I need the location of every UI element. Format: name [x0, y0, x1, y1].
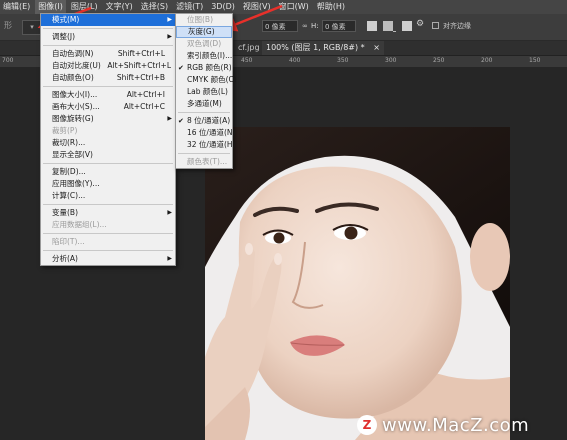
- menu-separator: [178, 153, 230, 154]
- menu-separator: [43, 86, 173, 87]
- shortcut-label: Shift+Ctrl+L: [117, 49, 165, 58]
- shortcut-label: Alt+Shift+Ctrl+L: [107, 61, 171, 70]
- checkmark-icon: ✔: [178, 117, 184, 125]
- menu-item-label: CMYK 颜色(C): [187, 75, 237, 84]
- image-menu: 模式(M) ▶ 调整(J) ▶ 自动色调(N) Shift+Ctrl+L 自动对比度(…: [40, 13, 176, 266]
- menu-item-label: Lab 颜色(L): [187, 87, 228, 96]
- submenu-arrow-icon: ▶: [167, 115, 172, 122]
- menu-item-label: 应用图像(Y)...: [52, 179, 100, 188]
- menu-item-label: 显示全部(V): [52, 150, 93, 159]
- submenu-item-8-bit[interactable]: ✔ 8 位/通道(A): [176, 115, 232, 127]
- submenu-item-bitmap: 位图(B): [176, 14, 232, 26]
- menu-separator: [43, 204, 173, 205]
- menu-item-image-size[interactable]: 图像大小(I)... Alt+Ctrl+I: [41, 89, 175, 101]
- submenu-item-rgb-color[interactable]: ✔ RGB 颜色(R): [176, 62, 232, 74]
- submenu-item-16-bit[interactable]: 16 位/通道(N): [176, 127, 236, 139]
- menu-separator: [178, 112, 230, 113]
- menu-separator: [43, 250, 173, 251]
- menu-item-label: 32 位/通道(H): [187, 140, 236, 149]
- menu-item-canvas-size[interactable]: 画布大小(S)... Alt+Ctrl+C: [41, 101, 175, 113]
- menu-separator: [43, 163, 173, 164]
- menu-item-label: 变量(B): [52, 208, 78, 217]
- menu-item-label: 分析(A): [52, 254, 78, 263]
- menu-item-analysis[interactable]: 分析(A) ▶: [41, 253, 175, 265]
- menu-separator: [43, 45, 173, 46]
- submenu-arrow-icon: ▶: [167, 255, 172, 262]
- macz-logo-icon: Z: [357, 415, 377, 435]
- menu-item-label: 调整(J): [52, 32, 76, 41]
- menu-item-label: 裁剪(P): [52, 126, 78, 135]
- menu-item-auto-color[interactable]: 自动颜色(O) Shift+Ctrl+B: [41, 72, 175, 84]
- menu-item-label: 自动色调(N): [52, 49, 94, 58]
- menu-item-label: 16 位/通道(N): [187, 128, 236, 137]
- submenu-item-multichannel[interactable]: 多通道(M): [176, 98, 232, 110]
- menu-item-label: 图像旋转(G): [52, 114, 94, 123]
- menu-separator: [43, 28, 173, 29]
- menu-item-auto-contrast[interactable]: 自动对比度(U) Alt+Shift+Ctrl+L: [41, 60, 175, 72]
- menu-item-trap: 陷印(T)...: [41, 236, 175, 248]
- menu-separator: [43, 233, 173, 234]
- watermark: Z www.MacZ.com: [357, 412, 567, 438]
- submenu-arrow-icon: ▶: [167, 33, 172, 40]
- menu-item-trim[interactable]: 裁切(R)...: [41, 137, 175, 149]
- submenu-item-grayscale[interactable]: 灰度(G): [176, 26, 232, 38]
- submenu-item-32-bit[interactable]: 32 位/通道(H): [176, 139, 236, 151]
- submenu-item-color-table: 颜色表(T)...: [176, 156, 232, 168]
- menu-item-auto-tone[interactable]: 自动色调(N) Shift+Ctrl+L: [41, 48, 175, 60]
- menu-item-variables[interactable]: 变量(B) ▶: [41, 207, 175, 219]
- menu-item-label: 陷印(T)...: [52, 237, 85, 246]
- submenu-arrow-icon: ▶: [167, 16, 172, 23]
- menu-item-label: 8 位/通道(A): [187, 116, 231, 125]
- menu-item-apply-data-set: 应用数据组(L)...: [41, 219, 175, 231]
- menu-item-crop: 裁剪(P): [41, 125, 175, 137]
- menu-item-label: 灰度(G): [188, 27, 215, 36]
- submenu-arrow-icon: ▶: [167, 209, 172, 216]
- menu-item-label: 复制(D)...: [52, 167, 86, 176]
- menu-item-apply-image[interactable]: 应用图像(Y)...: [41, 178, 175, 190]
- menu-item-calculations[interactable]: 计算(C)...: [41, 190, 175, 202]
- menu-item-mode[interactable]: 模式(M) ▶: [41, 14, 175, 26]
- menu-item-label: 位图(B): [187, 15, 213, 24]
- submenu-item-duotone: 双色调(D): [176, 38, 232, 50]
- menu-item-label: RGB 颜色(R): [187, 63, 232, 72]
- menu-item-reveal-all[interactable]: 显示全部(V): [41, 149, 175, 161]
- menu-item-image-rotation[interactable]: 图像旋转(G) ▶: [41, 113, 175, 125]
- menu-item-label: 裁切(R)...: [52, 138, 86, 147]
- submenu-item-lab-color[interactable]: Lab 颜色(L): [176, 86, 232, 98]
- menu-item-duplicate[interactable]: 复制(D)...: [41, 166, 175, 178]
- menu-item-label: 颜色表(T)...: [187, 157, 228, 166]
- shortcut-label: Alt+Ctrl+C: [123, 102, 165, 111]
- menu-item-label: 模式(M): [52, 15, 80, 24]
- shortcut-label: Alt+Ctrl+I: [126, 90, 165, 99]
- shortcut-label: Shift+Ctrl+B: [116, 73, 165, 82]
- mode-submenu: 位图(B) 灰度(G) 双色调(D) 索引颜色(I)... ✔ RGB 颜色(R)…: [175, 13, 237, 169]
- checkmark-icon: ✔: [178, 64, 184, 72]
- watermark-text: www.MacZ.com: [382, 414, 530, 436]
- submenu-item-indexed-color[interactable]: 索引颜色(I)...: [176, 50, 232, 62]
- menu-item-label: 图像大小(I)...: [52, 90, 98, 99]
- menu-item-label: 多通道(M): [187, 99, 222, 108]
- menu-item-label: 双色调(D): [187, 39, 222, 48]
- menu-item-label: 计算(C)...: [52, 191, 86, 200]
- submenu-item-cmyk-color[interactable]: CMYK 颜色(C): [176, 74, 237, 86]
- menu-item-label: 画布大小(S)...: [52, 102, 100, 111]
- menu-item-label: 应用数据组(L)...: [52, 220, 107, 229]
- menu-item-label: 索引颜色(I)...: [187, 51, 233, 60]
- menu-item-adjustments[interactable]: 调整(J) ▶: [41, 31, 175, 43]
- menu-item-label: 自动颜色(O): [52, 73, 94, 82]
- menu-item-label: 自动对比度(U): [52, 61, 101, 70]
